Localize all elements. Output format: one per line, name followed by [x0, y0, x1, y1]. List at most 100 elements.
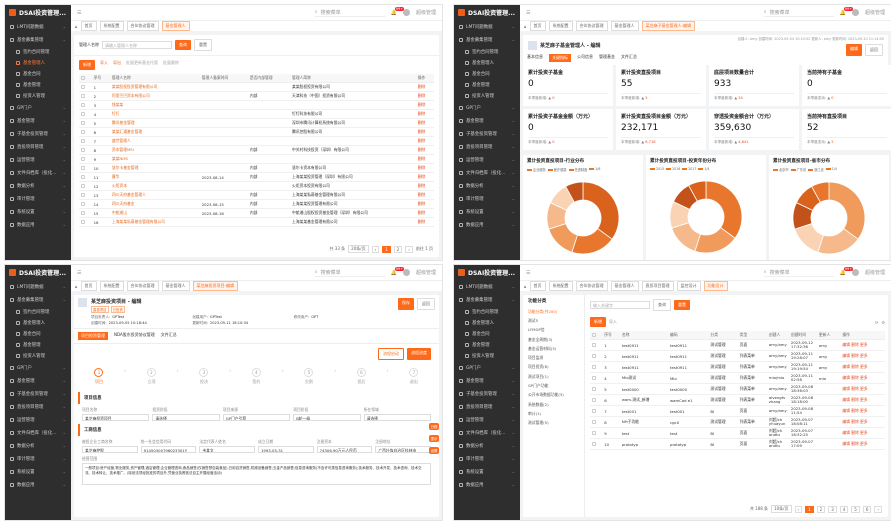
next-page-icon[interactable]: › [874, 505, 882, 513]
menu-search[interactable]: ⌕ 搜索菜单 [314, 9, 385, 17]
sidebar-item[interactable]: 基金管理人 [5, 57, 71, 68]
tree-node[interactable]: 测试项目(1) [523, 372, 584, 381]
home-icon[interactable]: ⌂ [524, 284, 527, 289]
delete-link[interactable]: 删除 [415, 217, 434, 227]
sidebar-item[interactable]: 基金管理 [454, 79, 520, 90]
row-checkbox[interactable] [592, 441, 596, 446]
tab-item[interactable]: 首页 [529, 281, 546, 291]
detail-subtab[interactable]: 文件汇总 [621, 54, 637, 62]
toolbar-button[interactable]: 新增 [79, 60, 95, 70]
row-checkbox[interactable] [81, 192, 85, 197]
field-input[interactable]: 1993-05-31 [258, 446, 314, 453]
row-checkbox[interactable] [592, 353, 596, 358]
detail-subtab[interactable]: 项目投资管理 [78, 332, 108, 340]
tree-node[interactable]: 功能分类(共200) [523, 307, 584, 316]
field-input[interactable]: 某芝麻投资项目 [82, 414, 150, 421]
delete-link[interactable]: 删除 [415, 145, 434, 155]
delete-link[interactable]: 删除 [415, 118, 434, 128]
delete-link[interactable]: 删除 [415, 136, 434, 146]
avatar[interactable] [851, 9, 859, 16]
process-step[interactable]: 1 项目 [94, 368, 104, 385]
row-actions[interactable]: 编辑 删除 更多 [840, 361, 885, 373]
sidebar-item[interactable]: 文件归档库（投化... ⌄ [454, 166, 520, 179]
sidebar-item[interactable]: 基金管理 ⌄ [5, 114, 71, 127]
process-step[interactable]: 6 投后 [356, 368, 366, 385]
sidebar-item[interactable]: 数据分析 ⌄ [454, 179, 520, 192]
tree-node[interactable]: 项目监测 [523, 353, 584, 362]
delete-link[interactable]: 删除 [415, 163, 434, 173]
table-cell[interactable]: 曹华 [109, 172, 200, 182]
sidebar-item[interactable]: 审计管理 ⌄ [5, 192, 71, 205]
field-input[interactable]: GP门户引荐 [222, 414, 291, 421]
sidebar-item[interactable]: 投资人管理 [5, 350, 71, 361]
toolbar-button[interactable]: 批量删除 [163, 60, 179, 70]
table-row[interactable]: 7 test001 test001 BI 页面 amy/amy 2023-09-08 11:… [590, 405, 885, 417]
home-icon[interactable]: ⌂ [524, 24, 527, 29]
menu-fold-icon[interactable]: ☰ [526, 10, 530, 16]
page-button[interactable]: 1 [382, 245, 391, 253]
sidebar-item[interactable]: 数据分析 ⌄ [454, 439, 520, 452]
process-step[interactable]: 5 交割 [304, 368, 314, 385]
save-button[interactable]: 保存 [398, 298, 414, 310]
sidebar-item[interactable]: 子基金投资管理 ⌄ [454, 387, 520, 400]
sidebar-item[interactable]: GP门户 ⌄ [454, 101, 520, 114]
sidebar-item[interactable]: 运营管理 ⌄ [454, 413, 520, 426]
detail-subtab[interactable]: 文件汇总 [161, 332, 177, 340]
sidebar-item[interactable]: 基金募集管理 ⌄ [5, 33, 71, 46]
row-checkbox[interactable] [592, 375, 596, 380]
row-checkbox[interactable] [81, 210, 85, 215]
sidebar-item[interactable]: 基金合同 [5, 328, 71, 339]
row-checkbox[interactable] [592, 419, 596, 424]
toolbar-button[interactable]: 导出 [113, 60, 121, 70]
page-button[interactable]: 4 [839, 505, 849, 513]
row-checkbox[interactable] [81, 84, 85, 89]
sidebar-item[interactable]: 基金管理 ⌄ [5, 374, 71, 387]
user-name[interactable]: 超级管理 [416, 9, 436, 16]
page-button[interactable]: 2 [393, 245, 403, 253]
reset-button[interactable]: 重置 [194, 39, 212, 51]
delete-link[interactable]: 删除 [415, 208, 434, 218]
sidebar-item[interactable]: 基金募集管理 ⌄ [5, 293, 71, 306]
sidebar-item[interactable]: 子基金投资管理 ⌄ [5, 127, 71, 140]
menu-fold-icon[interactable]: ☰ [526, 270, 530, 276]
sidebar-item[interactable]: 基金管理人 [5, 317, 71, 328]
sidebar-item[interactable]: 审计管理 ⌄ [454, 452, 520, 465]
user-name[interactable]: 超级管理 [416, 269, 436, 276]
sidebar-item[interactable]: 签约合同管理 [5, 306, 71, 317]
table-row[interactable]: 10 prototyp prototyp BI 页面 刘超/ch andtu 2023-09… [590, 438, 885, 450]
field-input[interactable]: 广西壮族自治区桂林市 [375, 446, 431, 453]
tree-node[interactable]: 审计(1) [523, 409, 584, 418]
table-row[interactable]: 2 阿里巴巴资本有限公司 内部 天津科技（中国）投资有限公司 删除 [79, 91, 434, 101]
tab-item[interactable]: 首页 [80, 281, 97, 291]
sidebar-item[interactable]: 基金合同 [5, 68, 71, 79]
tab-item[interactable]: 系统配置 [548, 281, 573, 291]
table-cell[interactable]: 火炬资本 [109, 181, 200, 191]
tree-node[interactable]: 基金运营材料(3) [523, 344, 584, 353]
sidebar-item[interactable]: 数据应用 ⌄ [454, 218, 520, 231]
table-row[interactable]: 4 钉钉 钉钉科技有限公司 删除 [79, 109, 434, 119]
table-row[interactable]: 1 test0911 test0911 测试管理 页面 amy/amy 2023-09-12… [590, 339, 885, 351]
sidebar-item[interactable]: GP门户 ⌄ [5, 101, 71, 114]
table-cell[interactable]: 四川天府基金管理人 [109, 190, 200, 200]
table-row[interactable]: 9 某某NMS 删除 [79, 154, 434, 164]
sidebar-item[interactable]: 基金合同 [454, 328, 520, 339]
tree-node[interactable]: 基金全周期(3) [523, 335, 584, 344]
field-input[interactable]: 请选择 [363, 414, 431, 421]
sidebar-item[interactable]: 系统设置 ⌄ [5, 465, 71, 478]
delete-link[interactable]: 删除 [415, 190, 434, 200]
delete-link[interactable]: 删除 [415, 199, 434, 209]
table-row[interactable]: 8 资本管理MSI 内部 中关村科技投资（深圳）有限公司 删除 [79, 145, 434, 155]
add-button[interactable]: 新增 [590, 317, 606, 327]
table-row[interactable]: 9 test test BI 页面 刘超/ch andtu 2023-09-07 18:32… [590, 427, 885, 439]
sidebar-item[interactable]: 审计管理 ⌄ [5, 452, 71, 465]
sidebar-item[interactable]: 运营管理 ⌄ [5, 153, 71, 166]
row-checkbox[interactable] [81, 174, 85, 179]
row-checkbox[interactable] [592, 364, 596, 369]
reset-button[interactable]: 重置 [674, 300, 690, 310]
row-checkbox[interactable] [592, 397, 596, 402]
sidebar-item[interactable]: 直投项目管理 ⌄ [454, 400, 520, 413]
delete-link[interactable]: 删除 [415, 91, 434, 101]
row-actions[interactable]: 编辑 删除 更多 [840, 339, 885, 351]
menu-fold-icon[interactable]: ☰ [77, 10, 81, 16]
row-actions[interactable]: 编辑 删除 更多 [840, 394, 885, 406]
